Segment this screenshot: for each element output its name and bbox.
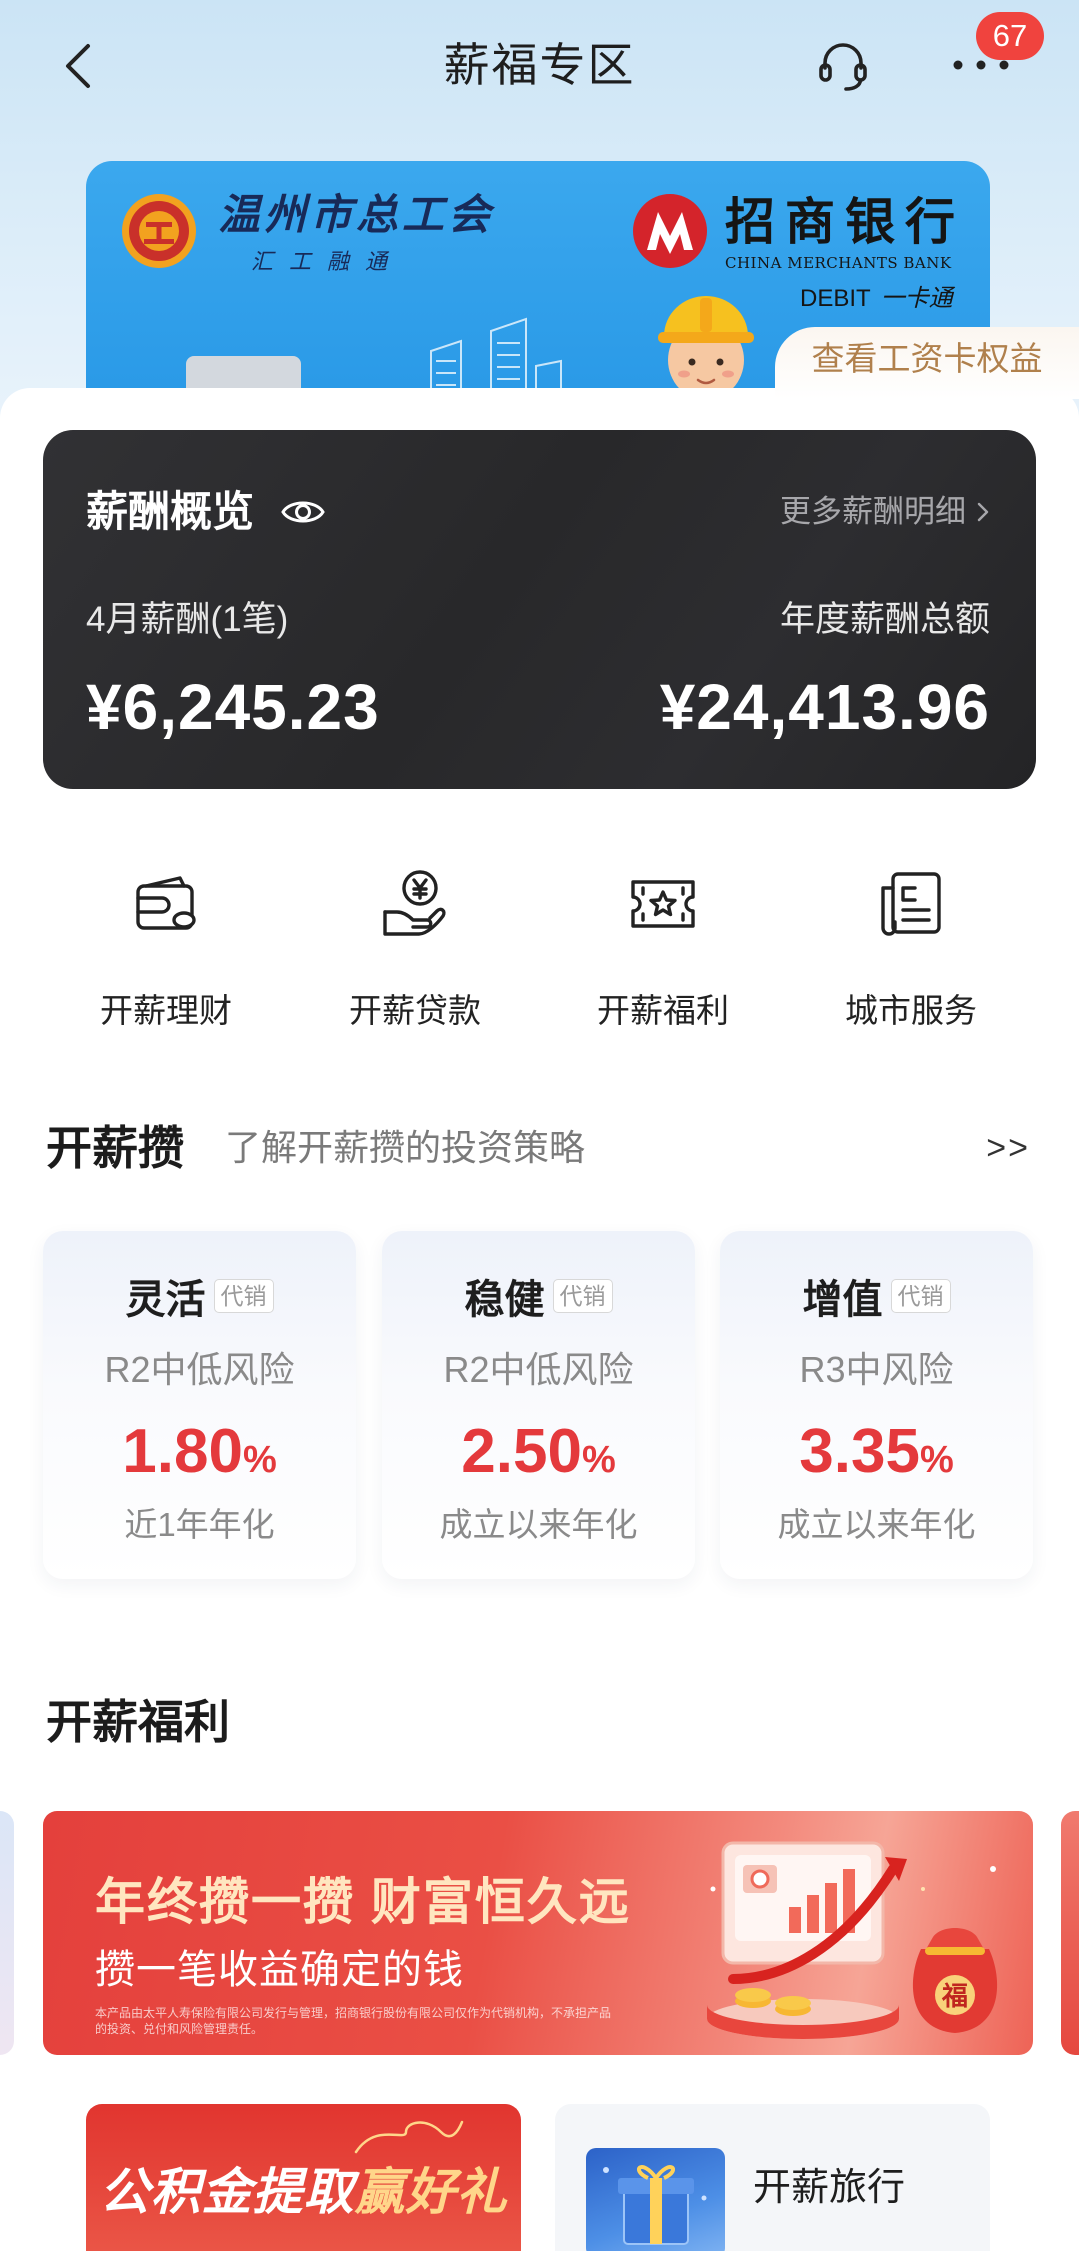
card-type-label: DEBIT	[800, 285, 871, 312]
product-name-row: 稳健 代销	[382, 1271, 695, 1322]
product-tag: 代销	[890, 1279, 951, 1313]
service-item-welfare[interactable]: 开薪福利	[543, 850, 783, 1050]
month-salary-amount: ¥6,245.23	[86, 671, 380, 743]
annual-salary-label: 年度薪酬总额	[779, 600, 990, 639]
money-bag-character: 福	[941, 1981, 968, 2011]
service-label: 城市服务	[845, 992, 977, 1029]
banner-disclaimer: 本产品由太平人寿保险有限公司发行与管理，招商银行股份有限公司仅作为代销机构，不承…	[95, 2006, 612, 2036]
eye-icon[interactable]	[280, 494, 326, 530]
cmb-logo-icon	[633, 194, 707, 268]
salary-details-link[interactable]: 更多薪酬明细	[780, 490, 990, 534]
product-tag: 代销	[213, 1279, 274, 1313]
ribbon-bow-icon	[354, 2120, 464, 2154]
product-risk: R3中风险	[799, 1349, 954, 1390]
product-rate-unit: %	[581, 1439, 616, 1481]
carousel-prev-peek[interactable]	[0, 1811, 14, 2055]
product-rate-value: 2.50	[461, 1417, 582, 1486]
product-card-steady[interactable]: 稳健 代销 R2中低风险 2.50% 成立以来年化	[382, 1231, 695, 1579]
month-salary-label: 4月薪酬(1笔)	[86, 600, 289, 639]
product-name-row: 灵活 代销	[43, 1271, 356, 1322]
product-rate: 2.50%	[382, 1413, 695, 1499]
banner-headline: 年终攒一攒 财富恒久远	[95, 1874, 631, 1930]
product-rate-label: 成立以来年化	[777, 1506, 976, 1543]
carousel-next-peek[interactable]	[1061, 1811, 1079, 2055]
product-name-row: 增值 代销	[720, 1271, 1033, 1322]
product-tag: 代销	[552, 1279, 613, 1313]
benefits-banner[interactable]: 年终攒一攒 财富恒久远 攒一笔收益确定的钱 本产品由太平人寿保险有限公司发行与管…	[43, 1811, 1033, 2055]
gift-box-icon	[603, 2165, 707, 2245]
annual-salary-amount: ¥24,413.96	[659, 671, 990, 743]
housing-fund-title-main: 公积金提取	[99, 2164, 355, 2220]
headset-icon	[819, 43, 867, 91]
product-rate-value: 3.35	[799, 1417, 920, 1486]
card-product-label: 一卡通	[880, 284, 953, 312]
star-ticket-icon	[631, 880, 695, 928]
product-card-flexible[interactable]: 灵活 代销 R2中低风险 1.80% 近1年年化	[43, 1231, 356, 1579]
notification-badge: 67	[976, 12, 1044, 60]
product-rate-unit: %	[242, 1439, 277, 1481]
product-rate: 3.35%	[720, 1413, 1033, 1499]
salary-details-label: 更多薪酬明细	[780, 494, 966, 529]
product-rate-label: 成立以来年化	[439, 1506, 638, 1543]
salary-overview-title: 薪酬概览	[86, 488, 255, 535]
service-label: 开薪贷款	[349, 992, 481, 1029]
product-rate-value: 1.80	[122, 1417, 243, 1486]
product-rate: 1.80%	[43, 1413, 356, 1499]
bank-name: 招商银行	[725, 194, 965, 250]
card-benefits-link[interactable]: 查看工资卡权益	[775, 327, 1079, 399]
product-card-growth[interactable]: 增值 代销 R3中风险 3.35% 成立以来年化	[720, 1231, 1033, 1579]
service-label: 开薪福利	[597, 992, 729, 1029]
page-title: 薪福专区	[443, 39, 636, 91]
product-rate-unit: %	[919, 1439, 954, 1481]
service-label: 开薪理财	[100, 992, 232, 1029]
product-name: 稳健	[464, 1278, 545, 1322]
housing-fund-title: 公积金提取赢好礼	[86, 2162, 521, 2222]
product-risk: R2中低风险	[443, 1349, 634, 1390]
banner-subline: 攒一笔收益确定的钱	[95, 1948, 464, 1992]
savings-section-subtitle[interactable]: 了解开薪攒的投资策略	[225, 1126, 585, 1170]
salary-travel-promo[interactable]: 开薪旅行	[555, 2104, 990, 2251]
product-name: 灵活	[125, 1278, 206, 1322]
housing-fund-promo[interactable]: 公积金提取赢好礼	[86, 2104, 521, 2251]
product-rate-label: 近1年年化	[124, 1506, 275, 1543]
union-name: 温州市总工会	[218, 190, 495, 239]
service-item-finance[interactable]: 开薪理财	[46, 850, 286, 1050]
card-type: DEBIT 一卡通	[800, 283, 953, 314]
savings-section-title: 开薪攒	[46, 1122, 184, 1174]
customer-service-button[interactable]	[814, 36, 872, 94]
union-logo-icon	[122, 194, 196, 268]
bank-name-en: CHINA MERCHANTS BANK	[725, 254, 952, 272]
document-icon	[881, 872, 941, 936]
wallet-icon	[136, 876, 196, 930]
chevron-right-icon	[977, 502, 989, 522]
union-slogan: 汇工融通	[251, 250, 404, 275]
product-risk: R2中低风险	[104, 1349, 295, 1390]
banner-illustration: 福	[707, 1841, 998, 2039]
travel-thumbnail	[586, 2148, 725, 2251]
product-name: 增值	[802, 1278, 883, 1322]
yen-hand-icon	[383, 870, 446, 936]
service-item-city[interactable]: 城市服务	[791, 850, 1031, 1050]
benefits-section-title: 开薪福利	[46, 1696, 230, 1748]
housing-fund-title-highlight: 赢好礼	[354, 2164, 508, 2220]
salary-travel-title: 开薪旅行	[753, 2167, 906, 2209]
savings-more-link[interactable]: >>	[986, 1126, 1030, 1170]
salary-overview-card[interactable]: 薪酬概览 更多薪酬明细 4月薪酬(1笔) ¥6,245.23 年度薪酬总额 ¥2…	[43, 430, 1036, 789]
service-item-loan[interactable]: 开薪贷款	[295, 850, 535, 1050]
